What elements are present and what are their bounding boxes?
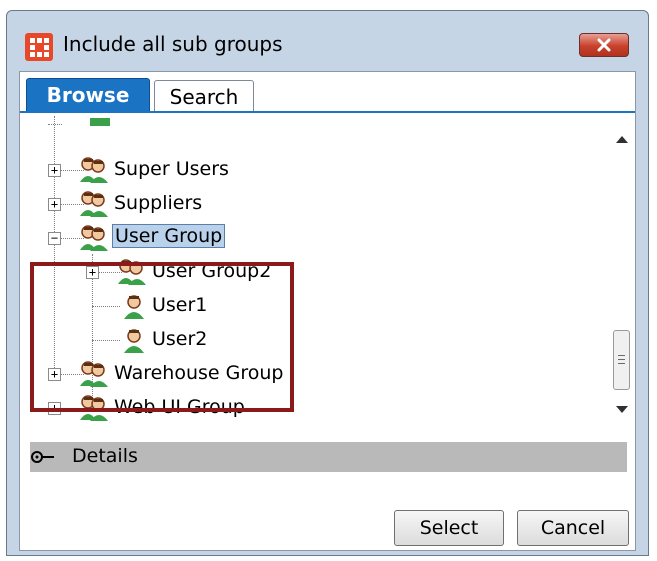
dialog-client: Browse Search + Super Users + Suppliers …: [19, 71, 636, 551]
close-icon: [597, 38, 611, 52]
app-grid-icon: [25, 33, 53, 61]
tree-item-super-users[interactable]: Super Users: [114, 158, 229, 180]
expand-toggle[interactable]: +: [48, 198, 61, 211]
close-button[interactable]: [579, 33, 629, 57]
tree-connector: [48, 124, 62, 125]
select-button[interactable]: Select: [394, 510, 504, 546]
group-icon: [90, 118, 110, 126]
dialog-window: Include all sub groups Browse Search + S…: [6, 10, 649, 556]
collapse-toggle[interactable]: −: [48, 232, 61, 245]
tab-divider: [20, 111, 635, 113]
tab-browse[interactable]: Browse: [26, 78, 150, 112]
scroll-up-arrow-icon[interactable]: [616, 136, 628, 143]
title-bar: Include all sub groups: [7, 11, 648, 73]
tab-search[interactable]: Search: [154, 80, 254, 112]
group-tree[interactable]: + Super Users + Suppliers − User Group +…: [20, 116, 635, 432]
expand-toggle[interactable]: +: [48, 164, 61, 177]
key-icon: [31, 451, 54, 463]
group-icon: [80, 157, 108, 183]
group-icon: [80, 225, 108, 251]
tab-strip: Browse Search: [20, 72, 635, 113]
highlight-annotation: [30, 262, 294, 412]
scroll-down-arrow-icon[interactable]: [616, 406, 628, 413]
cancel-button[interactable]: Cancel: [517, 510, 629, 546]
group-icon: [80, 191, 108, 217]
details-section-header[interactable]: Details: [30, 442, 627, 472]
vertical-scrollbar[interactable]: [612, 130, 632, 420]
details-label: Details: [72, 445, 138, 467]
scroll-thumb[interactable]: [613, 330, 630, 390]
tree-item-suppliers[interactable]: Suppliers: [114, 192, 202, 214]
tree-item-user-group[interactable]: User Group: [112, 224, 226, 248]
window-title: Include all sub groups: [63, 32, 283, 56]
